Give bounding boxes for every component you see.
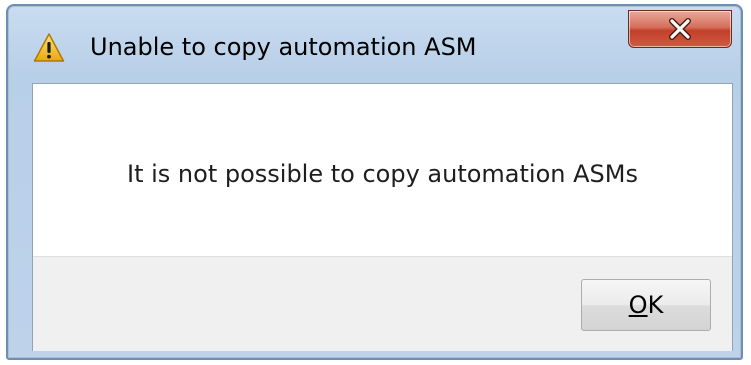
ok-button[interactable]: OK <box>581 279 711 331</box>
ok-label-rest: K <box>647 291 664 319</box>
dialog-footer: OK <box>33 256 732 351</box>
warning-icon <box>33 32 65 64</box>
ok-mnemonic: O <box>628 291 648 319</box>
ok-button-label: OK <box>629 280 664 330</box>
dialog-content: It is not possible to copy automation AS… <box>32 83 733 351</box>
dialog-window: Unable to copy automation ASM It is not … <box>6 4 743 360</box>
close-button[interactable] <box>628 10 732 48</box>
dialog-message: It is not possible to copy automation AS… <box>127 160 638 188</box>
close-icon <box>669 18 691 40</box>
window-title: Unable to copy automation ASM <box>90 33 477 61</box>
